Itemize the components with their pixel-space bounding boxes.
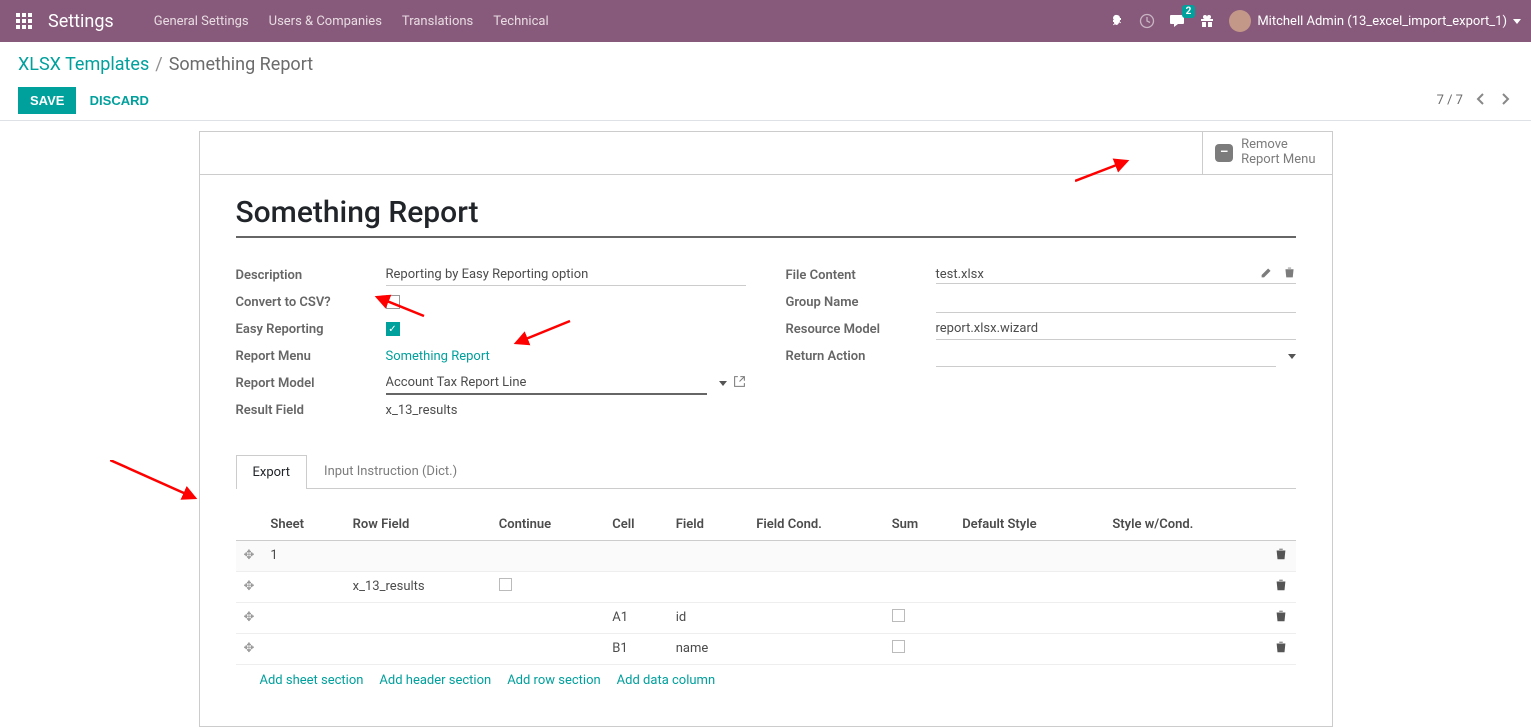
file-content-value[interactable]: test.xlsx xyxy=(936,267,1250,282)
resource-model-label: Resource Model xyxy=(786,322,936,337)
pager-text: 7 / 7 xyxy=(1437,93,1463,108)
tab-input-instruction[interactable]: Input Instruction (Dict.) xyxy=(307,454,474,488)
col-field: Field xyxy=(668,509,749,541)
menu-technical[interactable]: Technical xyxy=(493,14,548,29)
minus-square-icon: – xyxy=(1215,144,1233,162)
menu-users-companies[interactable]: Users & Companies xyxy=(269,14,382,29)
result-field-value: x_13_results xyxy=(386,403,458,418)
pager-prev-icon[interactable] xyxy=(1473,91,1489,111)
move-icon[interactable]: ✥ xyxy=(244,579,255,594)
report-model-field[interactable] xyxy=(386,372,707,395)
easy-reporting-label: Easy Reporting xyxy=(236,322,386,337)
delete-row-icon[interactable] xyxy=(1274,581,1288,596)
breadcrumb-current: Something Report xyxy=(169,54,313,75)
resource-model-field[interactable] xyxy=(936,318,1296,340)
sum-checkbox[interactable] xyxy=(892,609,905,622)
col-cell: Cell xyxy=(604,509,667,541)
delete-row-icon[interactable] xyxy=(1274,550,1288,565)
dropdown-icon[interactable] xyxy=(719,381,727,386)
chat-icon[interactable]: 2 xyxy=(1169,13,1185,29)
add-header-section-link[interactable]: Add header section xyxy=(379,673,491,688)
user-menu[interactable]: Mitchell Admin (13_excel_import_export_1… xyxy=(1229,10,1521,32)
cell-row-field[interactable]: x_13_results xyxy=(345,571,491,602)
pager-next-icon[interactable] xyxy=(1497,91,1513,111)
add-data-column-link[interactable]: Add data column xyxy=(617,673,715,688)
tab-export[interactable]: Export xyxy=(236,455,308,489)
pencil-icon[interactable] xyxy=(1260,266,1273,283)
trash-icon[interactable] xyxy=(1283,266,1296,283)
continue-checkbox[interactable] xyxy=(499,578,512,591)
apps-icon[interactable] xyxy=(10,7,38,35)
move-icon[interactable]: ✥ xyxy=(244,548,255,563)
move-icon[interactable]: ✥ xyxy=(244,641,255,656)
app-title: Settings xyxy=(48,11,114,32)
group-name-label: Group Name xyxy=(786,295,936,310)
clock-icon[interactable] xyxy=(1139,13,1155,29)
group-name-field[interactable] xyxy=(936,291,1296,313)
breadcrumb: XLSX Templates / Something Report xyxy=(18,54,1513,75)
cell-cell[interactable]: B1 xyxy=(604,633,667,664)
convert-csv-checkbox[interactable] xyxy=(386,295,400,309)
col-field-cond: Field Cond. xyxy=(748,509,883,541)
table-row[interactable]: ✥ B1 name xyxy=(236,633,1296,664)
col-row-field: Row Field xyxy=(345,509,491,541)
add-row-section-link[interactable]: Add row section xyxy=(507,673,600,688)
annotation-arrow xyxy=(110,460,205,505)
move-icon[interactable]: ✥ xyxy=(244,610,255,625)
remove-report-menu-button[interactable]: – Remove Report Menu xyxy=(1202,132,1331,174)
breadcrumb-parent[interactable]: XLSX Templates xyxy=(18,54,149,75)
page-title[interactable]: Something Report xyxy=(236,189,1296,238)
col-continue: Continue xyxy=(491,509,605,541)
gift-icon[interactable] xyxy=(1199,13,1215,29)
report-menu-link[interactable]: Something Report xyxy=(386,349,490,364)
stat-line1: Remove xyxy=(1241,138,1315,153)
cell-field[interactable]: name xyxy=(668,633,749,664)
table-row[interactable]: ✥ A1 id xyxy=(236,602,1296,633)
sum-checkbox[interactable] xyxy=(892,640,905,653)
col-default-style: Default Style xyxy=(954,509,1104,541)
cell-sheet[interactable]: 1 xyxy=(262,540,344,571)
csv-label: Convert to CSV? xyxy=(236,295,386,310)
col-sum: Sum xyxy=(884,509,955,541)
result-field-label: Result Field xyxy=(236,403,386,418)
bug-icon[interactable] xyxy=(1109,13,1125,29)
chat-badge: 2 xyxy=(1182,5,1196,18)
delete-row-icon[interactable] xyxy=(1274,643,1288,658)
external-link-icon[interactable] xyxy=(733,375,746,392)
report-model-label: Report Model xyxy=(236,376,386,391)
description-label: Description xyxy=(236,268,386,283)
cell-field[interactable]: id xyxy=(668,602,749,633)
stat-line2: Report Menu xyxy=(1241,153,1315,168)
dropdown-icon[interactable] xyxy=(1288,354,1296,359)
report-menu-label: Report Menu xyxy=(236,349,386,364)
col-sheet: Sheet xyxy=(262,509,344,541)
col-style-cond: Style w/Cond. xyxy=(1104,509,1265,541)
table-row[interactable]: ✥ 1 xyxy=(236,540,1296,571)
return-action-label: Return Action xyxy=(786,349,936,364)
table-row[interactable]: ✥ x_13_results xyxy=(236,571,1296,602)
avatar xyxy=(1229,10,1251,32)
save-button[interactable]: SAVE xyxy=(18,87,76,114)
file-content-label: File Content xyxy=(786,268,936,283)
add-sheet-section-link[interactable]: Add sheet section xyxy=(260,673,364,688)
discard-button[interactable]: DISCARD xyxy=(80,87,159,114)
cell-cell[interactable]: A1 xyxy=(604,602,667,633)
description-field[interactable] xyxy=(386,264,746,286)
delete-row-icon[interactable] xyxy=(1274,612,1288,627)
chevron-down-icon xyxy=(1513,19,1521,24)
return-action-field[interactable] xyxy=(936,345,1276,367)
user-name: Mitchell Admin (13_excel_import_export_1… xyxy=(1257,14,1507,29)
menu-translations[interactable]: Translations xyxy=(402,14,473,29)
menu-general-settings[interactable]: General Settings xyxy=(154,14,249,29)
easy-reporting-checkbox[interactable] xyxy=(386,322,400,336)
